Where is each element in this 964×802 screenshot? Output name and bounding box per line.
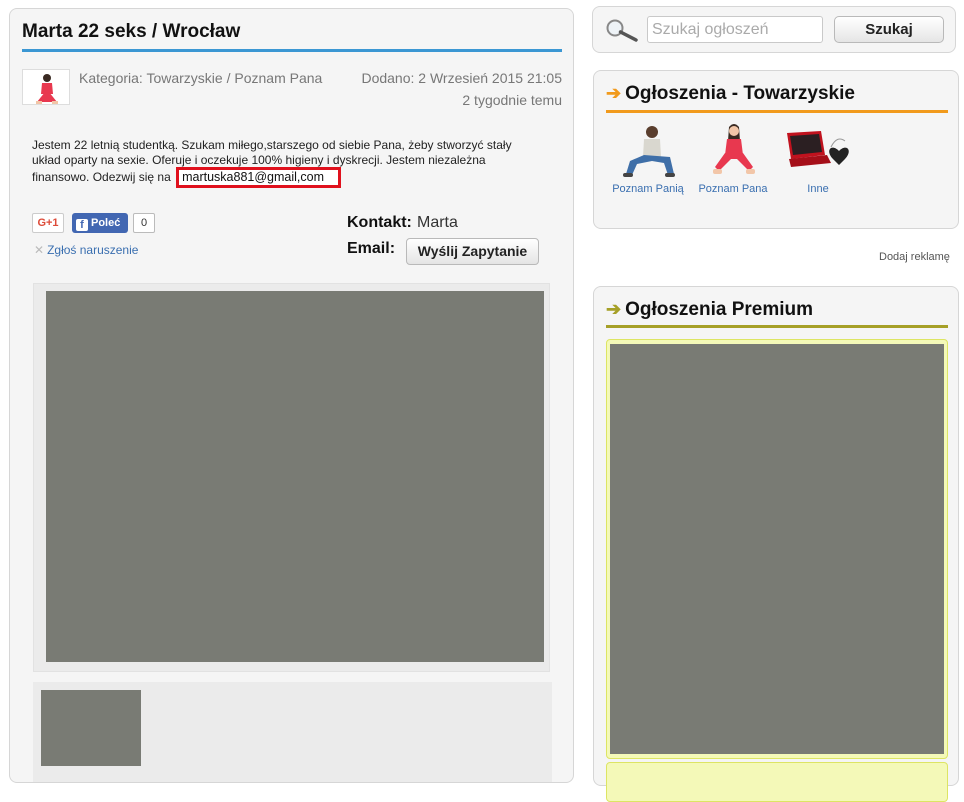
premium-title: Ogłoszenia Premium — [625, 299, 814, 320]
search-input[interactable] — [647, 16, 823, 43]
arrow-right-icon: ➔ — [606, 299, 622, 319]
category-poznam-pania[interactable]: Poznam Panią — [606, 121, 690, 195]
listing-title: Marta 22 seks / Wrocław — [22, 21, 241, 42]
woman-sitting-icon — [713, 124, 755, 174]
send-inquiry-button[interactable]: Wyślij Zapytanie — [406, 238, 539, 265]
add-advert-link[interactable]: Dodaj reklamę — [879, 251, 950, 263]
category-inne[interactable]: Inne — [776, 121, 860, 195]
listing-description: Jestem 22 letnią studentką. Szukam miłeg… — [32, 138, 532, 188]
report-icon: ✕ — [34, 243, 45, 257]
photo-gallery — [33, 682, 552, 782]
man-sitting-icon — [623, 126, 675, 177]
google-plus-button[interactable]: G+1 — [32, 213, 64, 233]
woman-thumbnail-icon — [36, 74, 58, 104]
premium-listing-card[interactable] — [606, 762, 948, 802]
categories-panel: ➔ Ogłoszenia - Towarzyskie Poznam Panią P… — [593, 70, 959, 229]
category-label: Poznam Panią — [612, 183, 684, 195]
title-divider — [22, 49, 562, 52]
email-highlight: martuska881@gmail,com — [176, 167, 342, 188]
listing-panel: Marta 22 seks / Wrocław Kategoria: Towar… — [9, 8, 574, 783]
arrow-right-icon: ➔ — [606, 83, 622, 103]
categories-divider — [606, 110, 948, 113]
gallery-thumbnail[interactable] — [41, 690, 141, 766]
report-link[interactable]: ✕ Zgłoś naruszenie — [34, 243, 138, 257]
facebook-count: 0 — [133, 213, 155, 233]
contact-label: Kontakt: — [347, 214, 412, 231]
premium-divider — [606, 325, 948, 328]
search-panel: Szukaj — [592, 6, 956, 53]
main-photo[interactable] — [46, 291, 544, 662]
facebook-recommend-button[interactable]: f Poleć — [72, 213, 128, 233]
premium-listing-card[interactable] — [606, 339, 948, 759]
report-label: Zgłoś naruszenie — [47, 243, 139, 257]
categories-title: Ogłoszenia - Towarzyskie — [625, 83, 855, 104]
facebook-icon: f — [76, 219, 88, 231]
facebook-recommend-label: Poleć — [91, 217, 121, 229]
listing-date: Dodano: 2 Wrzesień 2015 21:05 — [361, 70, 562, 86]
email-label: Email: — [347, 240, 396, 257]
category-poznam-pana[interactable]: Poznam Pana — [691, 121, 775, 195]
category-label: Inne — [807, 183, 829, 195]
premium-panel: ➔ Ogłoszenia Premium — [593, 286, 959, 802]
laptop-heart-icon — [787, 131, 849, 167]
categories-heading: ➔ Ogłoszenia - Towarzyskie — [606, 83, 855, 105]
listing-thumbnail[interactable] — [22, 69, 70, 105]
listing-age: 2 tygodnie temu — [462, 92, 562, 108]
premium-listing-image — [610, 344, 944, 754]
premium-heading: ➔ Ogłoszenia Premium — [606, 299, 813, 321]
search-icon — [606, 19, 638, 42]
contact-name: Marta — [417, 214, 458, 231]
listing-category: Kategoria: Towarzyskie / Poznam Pana — [79, 70, 323, 86]
search-button[interactable]: Szukaj — [834, 16, 944, 43]
main-photo-frame — [33, 283, 550, 672]
category-label: Poznam Pana — [698, 183, 768, 195]
